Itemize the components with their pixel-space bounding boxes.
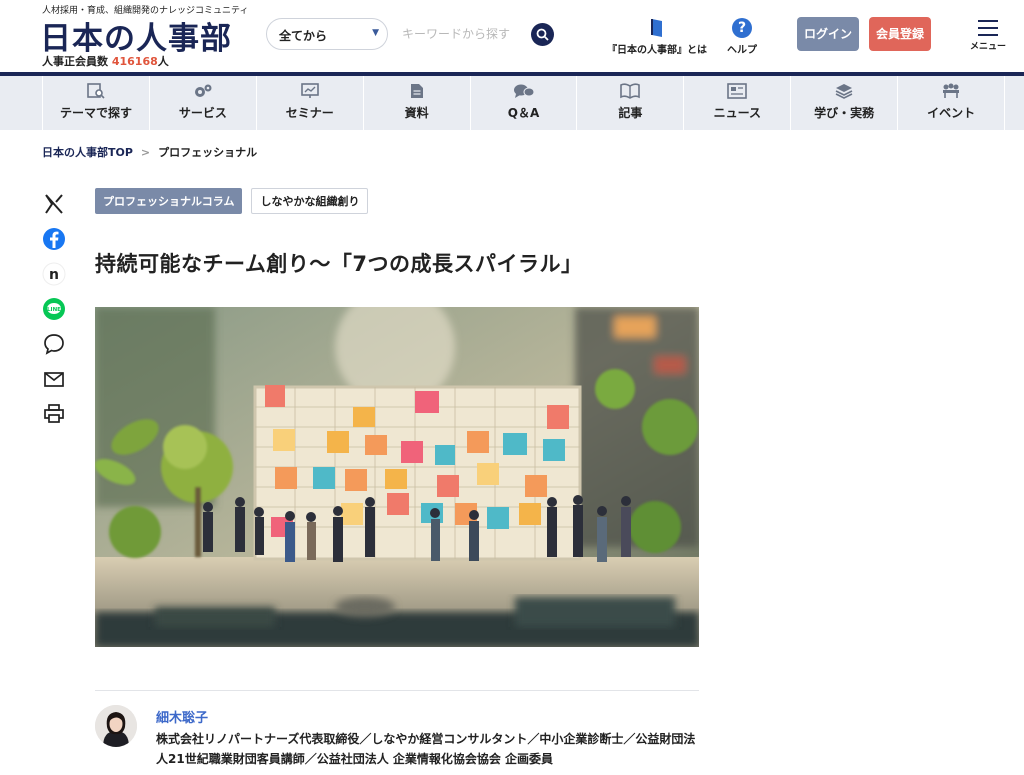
nav-item-label: Q＆A bbox=[507, 106, 540, 120]
presentation-icon bbox=[257, 83, 363, 99]
nav-item-theme[interactable]: テーマで探す bbox=[43, 76, 150, 130]
signup-button[interactable]: 会員登録 bbox=[869, 17, 931, 51]
gears-icon bbox=[150, 83, 256, 99]
chevron-down-icon: ▼ bbox=[372, 28, 379, 38]
search-scope-select[interactable]: 全てから ▼ bbox=[266, 18, 388, 50]
nav-item-news[interactable]: ニュース bbox=[684, 76, 792, 130]
menu-label: メニュー bbox=[969, 42, 1006, 52]
print-icon[interactable] bbox=[42, 402, 66, 426]
nav-item-seminar[interactable]: セミナー bbox=[257, 76, 364, 130]
about-link[interactable]: 『日本の人事部』とは bbox=[606, 18, 708, 56]
article-tags: プロフェッショナルコラム しなやかな組織創り bbox=[95, 188, 369, 214]
nav-item-label: イベント bbox=[927, 106, 976, 120]
search-doc-icon bbox=[43, 83, 149, 99]
member-count-unit: 人 bbox=[157, 55, 169, 68]
tag-series[interactable]: しなやかな組織創り bbox=[251, 188, 369, 214]
nav-item-label: サービス bbox=[178, 106, 227, 120]
author-avatar bbox=[95, 705, 137, 747]
nav-item-label: 記事 bbox=[618, 106, 643, 120]
x-icon[interactable] bbox=[42, 192, 66, 216]
member-count-number: 416168 bbox=[111, 55, 158, 68]
menu-button[interactable]: メニュー bbox=[966, 20, 1010, 52]
search-input[interactable] bbox=[392, 18, 520, 50]
about-link-label: 『日本の人事部』とは bbox=[607, 45, 707, 56]
breadcrumb-home-link[interactable]: 日本の人事部TOP bbox=[42, 146, 133, 159]
books-stack-icon bbox=[791, 83, 897, 99]
breadcrumb-separator: > bbox=[140, 146, 151, 159]
breadcrumb: 日本の人事部TOP > プロフェッショナル bbox=[42, 144, 257, 160]
login-button[interactable]: ログイン bbox=[797, 17, 859, 51]
tag-professional-column[interactable]: プロフェッショナルコラム bbox=[95, 188, 243, 214]
chat-bubbles-icon bbox=[471, 83, 577, 99]
search-button[interactable] bbox=[531, 23, 554, 46]
note-icon[interactable]: n bbox=[42, 262, 66, 286]
site-header: 人材採用・育成、組織開発のナレッジコミュニティ 日本の人事部 人事正会員数 41… bbox=[0, 0, 1024, 76]
article-hero-image bbox=[95, 307, 699, 647]
nav-item-articles[interactable]: 記事 bbox=[577, 76, 685, 130]
facebook-icon[interactable] bbox=[42, 227, 66, 251]
line-icon[interactable]: LINE bbox=[42, 297, 66, 321]
nav-item-qa[interactable]: Q＆A bbox=[471, 76, 578, 130]
share-bar: n LINE bbox=[42, 192, 68, 437]
site-logo[interactable]: 日本の人事部 bbox=[40, 13, 232, 58]
svg-text:n: n bbox=[49, 267, 59, 283]
nav-item-learning[interactable]: 学び・実務 bbox=[791, 76, 899, 130]
hamburger-icon bbox=[978, 20, 998, 36]
author-bio: 株式会社リノパートナーズ代表取締役／しなやか経営コンサルタント／中小企業診断士／… bbox=[156, 732, 696, 766]
member-count: 人事正会員数 416168人 bbox=[42, 53, 169, 69]
global-nav: テーマで探す サービス セミナー 資料 Q＆A 記事 ニュース 学び・実務 イベ… bbox=[0, 76, 1024, 130]
search-scope-value: 全てから bbox=[279, 29, 328, 43]
newspaper-icon bbox=[684, 83, 790, 99]
people-icon bbox=[898, 83, 1004, 99]
member-count-label: 人事正会員数 bbox=[42, 55, 108, 68]
author-name-link[interactable]: 細木聡子 bbox=[156, 707, 208, 726]
nav-item-label: 学び・実務 bbox=[814, 106, 875, 120]
comment-icon[interactable] bbox=[42, 332, 66, 356]
book-icon bbox=[577, 83, 683, 99]
breadcrumb-current: プロフェッショナル bbox=[158, 146, 258, 159]
nav-item-events[interactable]: イベント bbox=[898, 76, 1006, 130]
article-title: 持続可能なチーム創り〜「7つの成長スパイラル」 bbox=[95, 252, 583, 276]
author-divider bbox=[95, 690, 699, 691]
nav-item-label: セミナー bbox=[285, 106, 334, 120]
svg-text:LINE: LINE bbox=[47, 307, 61, 313]
help-link[interactable]: ? ヘルプ bbox=[722, 18, 762, 56]
search-icon bbox=[536, 28, 549, 41]
nav-item-service[interactable]: サービス bbox=[150, 76, 257, 130]
nav-item-documents[interactable]: 資料 bbox=[364, 76, 471, 130]
nav-item-label: 資料 bbox=[404, 106, 429, 120]
help-icon: ? bbox=[732, 18, 752, 38]
document-icon bbox=[364, 83, 470, 99]
mail-icon[interactable] bbox=[42, 367, 66, 391]
nav-item-label: テーマで探す bbox=[59, 106, 132, 120]
nav-item-label: ニュース bbox=[713, 106, 761, 120]
help-link-label: ヘルプ bbox=[727, 45, 757, 56]
bookmark-book-icon bbox=[651, 19, 662, 37]
